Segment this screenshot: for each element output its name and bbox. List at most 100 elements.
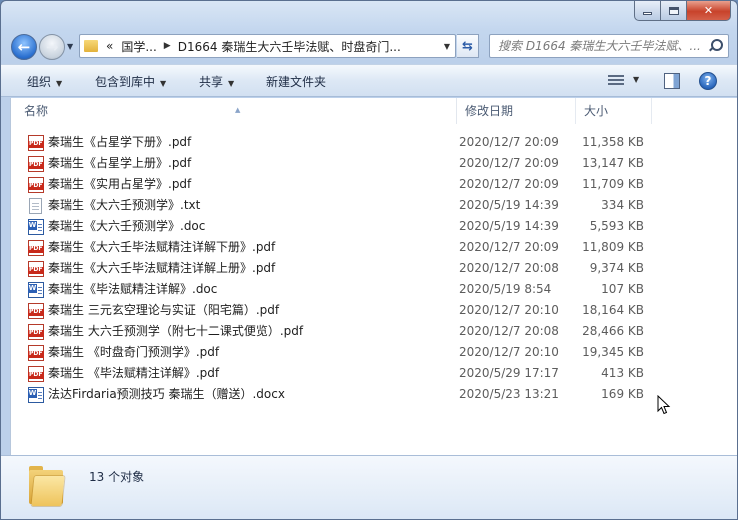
include-in-library-button[interactable]: 包含到库中 ▼ bbox=[95, 73, 166, 90]
file-row[interactable]: 秦瑞生《实用占星学》.pdf 2020/12/7 20:09 11,709 KB bbox=[11, 174, 737, 195]
refresh-icon: ⇆ bbox=[462, 38, 473, 54]
file-row[interactable]: 秦瑞生《大六壬毕法赋精注详解下册》.pdf 2020/12/7 20:09 11,8… bbox=[11, 237, 737, 258]
doc-icon bbox=[28, 219, 44, 235]
file-row[interactable]: 法达Firdaria预测技巧 秦瑞生（赠送）.docx 2020/5/23 13:… bbox=[11, 384, 737, 405]
file-size: 169 KB bbox=[601, 387, 644, 401]
file-size: 9,374 KB bbox=[589, 261, 644, 275]
file-name: 秦瑞生《大六壬预测学》.txt bbox=[48, 198, 201, 212]
organize-label: 组织 bbox=[27, 75, 52, 89]
file-name: 秦瑞生《毕法赋精注详解》.doc bbox=[48, 282, 218, 296]
pdf-icon bbox=[28, 177, 44, 193]
file-name: 法达Firdaria预测技巧 秦瑞生（赠送）.docx bbox=[48, 387, 285, 401]
file-name: 秦瑞生《大六壬预测学》.doc bbox=[48, 219, 206, 233]
sort-ascending-icon: ▲ bbox=[235, 106, 241, 114]
column-header-size[interactable]: 大小 bbox=[576, 98, 652, 124]
file-row[interactable]: 秦瑞生 大六壬预测学（附七十二课式便览）.pdf 2020/12/7 20:08 2… bbox=[11, 321, 737, 342]
file-row[interactable]: 秦瑞生 《时盘奇门预测学》.pdf 2020/12/7 20:10 19,345 K… bbox=[11, 342, 737, 363]
search-input[interactable] bbox=[498, 36, 708, 56]
help-icon[interactable]: ? bbox=[699, 72, 717, 90]
search-icon[interactable] bbox=[708, 39, 723, 53]
forward-button[interactable]: → bbox=[39, 34, 65, 60]
folder-large-icon bbox=[29, 466, 65, 506]
share-label: 共享 bbox=[199, 75, 224, 89]
file-name: 秦瑞生《大六壬毕法赋精注详解上册》.pdf bbox=[48, 261, 276, 275]
file-name: 秦瑞生《大六壬毕法赋精注详解下册》.pdf bbox=[48, 240, 276, 254]
pdf-icon bbox=[28, 261, 44, 277]
refresh-button[interactable]: ⇆ bbox=[457, 34, 479, 58]
file-date-modified: 2020/12/7 20:09 bbox=[459, 156, 559, 170]
breadcrumb-overflow[interactable]: « bbox=[102, 39, 117, 53]
minimize-icon bbox=[643, 11, 652, 15]
arrow-left-icon: ← bbox=[17, 38, 31, 56]
breadcrumb-item[interactable]: 国学... bbox=[117, 38, 160, 55]
chevron-down-icon: ▼ bbox=[56, 79, 63, 88]
close-button[interactable]: ✕ bbox=[687, 1, 731, 21]
file-date-modified: 2020/12/7 20:09 bbox=[459, 135, 559, 149]
pdf-icon bbox=[28, 324, 44, 340]
file-date-modified: 2020/12/7 20:08 bbox=[459, 261, 559, 275]
views-dropdown-icon[interactable]: ▼ bbox=[633, 75, 639, 84]
file-row[interactable]: 秦瑞生《毕法赋精注详解》.doc 2020/5/19 8:54 107 KB bbox=[11, 279, 737, 300]
column-header-name-label: 名称 bbox=[24, 104, 49, 118]
file-name: 秦瑞生《占星学下册》.pdf bbox=[48, 135, 192, 149]
explorer-window: ✕ ← → ▼ « 国学... ▶ D1664 秦瑞生大六壬毕法赋、时盘奇门..… bbox=[0, 0, 738, 520]
file-date-modified: 2020/12/7 20:09 bbox=[459, 177, 559, 191]
file-date-modified: 2020/12/7 20:10 bbox=[459, 345, 559, 359]
file-list-pane: 名称 ▲ 修改日期 大小 秦瑞生《占星学下册》.pdf 2020/12/7 20:0… bbox=[10, 98, 737, 455]
file-row[interactable]: 秦瑞生《大六壬毕法赋精注详解上册》.pdf 2020/12/7 20:08 9,37… bbox=[11, 258, 737, 279]
file-size: 11,809 KB bbox=[582, 240, 644, 254]
file-name: 秦瑞生 《毕法赋精注详解》.pdf bbox=[48, 366, 220, 380]
address-bar[interactable]: « 国学... ▶ D1664 秦瑞生大六壬毕法赋、时盘奇门... ▼ bbox=[79, 34, 456, 58]
new-folder-button[interactable]: 新建文件夹 bbox=[266, 73, 326, 90]
column-header-date[interactable]: 修改日期 bbox=[457, 98, 576, 124]
file-date-modified: 2020/5/19 14:39 bbox=[459, 198, 559, 212]
minimize-button[interactable] bbox=[634, 1, 661, 21]
column-header-row: 名称 ▲ 修改日期 大小 bbox=[11, 98, 737, 124]
command-bar: 组织 ▼ 包含到库中 ▼ 共享 ▼ 新建文件夹 ▼ ? bbox=[1, 64, 737, 97]
file-name: 秦瑞生《实用占星学》.pdf bbox=[48, 177, 192, 191]
file-row[interactable]: 秦瑞生《占星学上册》.pdf 2020/12/7 20:09 13,147 KB bbox=[11, 153, 737, 174]
maximize-icon bbox=[668, 6, 679, 15]
file-size: 11,709 KB bbox=[582, 177, 644, 191]
file-row[interactable]: 秦瑞生《大六壬预测学》.doc 2020/5/19 14:39 5,593 KB bbox=[11, 216, 737, 237]
file-name: 秦瑞生 三元玄空理论与实证（阳宅篇）.pdf bbox=[48, 303, 280, 317]
back-button[interactable]: ← bbox=[11, 34, 37, 60]
file-name: 秦瑞生《占星学上册》.pdf bbox=[48, 156, 192, 170]
file-row[interactable]: 秦瑞生《占星学下册》.pdf 2020/12/7 20:09 11,358 KB bbox=[11, 132, 737, 153]
maximize-button[interactable] bbox=[661, 1, 687, 21]
file-size: 334 KB bbox=[601, 198, 644, 212]
folder-icon bbox=[84, 40, 98, 52]
file-name: 秦瑞生 《时盘奇门预测学》.pdf bbox=[48, 345, 220, 359]
pdf-icon bbox=[28, 135, 44, 151]
file-row[interactable]: 秦瑞生 三元玄空理论与实证（阳宅篇）.pdf 2020/12/7 20:10 18,… bbox=[11, 300, 737, 321]
file-row[interactable]: 秦瑞生 《毕法赋精注详解》.pdf 2020/5/29 17:17 413 KB bbox=[11, 363, 737, 384]
file-date-modified: 2020/5/29 17:17 bbox=[459, 366, 559, 380]
file-date-modified: 2020/5/19 8:54 bbox=[459, 282, 552, 296]
close-icon: ✕ bbox=[703, 4, 714, 17]
breadcrumb-separator-icon[interactable]: ▶ bbox=[161, 41, 174, 51]
chevron-down-icon: ▼ bbox=[67, 42, 74, 51]
breadcrumb-item-current[interactable]: D1664 秦瑞生大六壬毕法赋、时盘奇门... bbox=[174, 38, 405, 55]
file-name: 秦瑞生 大六壬预测学（附七十二课式便览）.pdf bbox=[48, 324, 304, 338]
arrow-right-icon: → bbox=[45, 38, 59, 56]
pdf-icon bbox=[28, 303, 44, 319]
file-date-modified: 2020/12/7 20:09 bbox=[459, 240, 559, 254]
file-size: 107 KB bbox=[601, 282, 644, 296]
address-dropdown-icon[interactable]: ▼ bbox=[439, 42, 455, 51]
file-date-modified: 2020/5/23 13:21 bbox=[459, 387, 559, 401]
file-row[interactable]: 秦瑞生《大六壬预测学》.txt 2020/5/19 14:39 334 KB bbox=[11, 195, 737, 216]
recent-pages-dropdown[interactable]: ▼ bbox=[67, 42, 73, 51]
doc-icon bbox=[28, 282, 44, 298]
file-size: 11,358 KB bbox=[582, 135, 644, 149]
column-header-name[interactable]: 名称 ▲ bbox=[16, 98, 457, 124]
pdf-icon bbox=[28, 240, 44, 256]
organize-button[interactable]: 组织 ▼ bbox=[27, 73, 62, 90]
chevron-down-icon: ▼ bbox=[160, 79, 167, 88]
preview-pane-icon[interactable] bbox=[664, 73, 680, 89]
pdf-icon bbox=[28, 366, 44, 382]
search-box[interactable] bbox=[489, 34, 729, 58]
views-icon[interactable] bbox=[608, 75, 624, 87]
file-size: 13,147 KB bbox=[582, 156, 644, 170]
share-button[interactable]: 共享 ▼ bbox=[199, 73, 234, 90]
txt-icon bbox=[29, 198, 42, 214]
